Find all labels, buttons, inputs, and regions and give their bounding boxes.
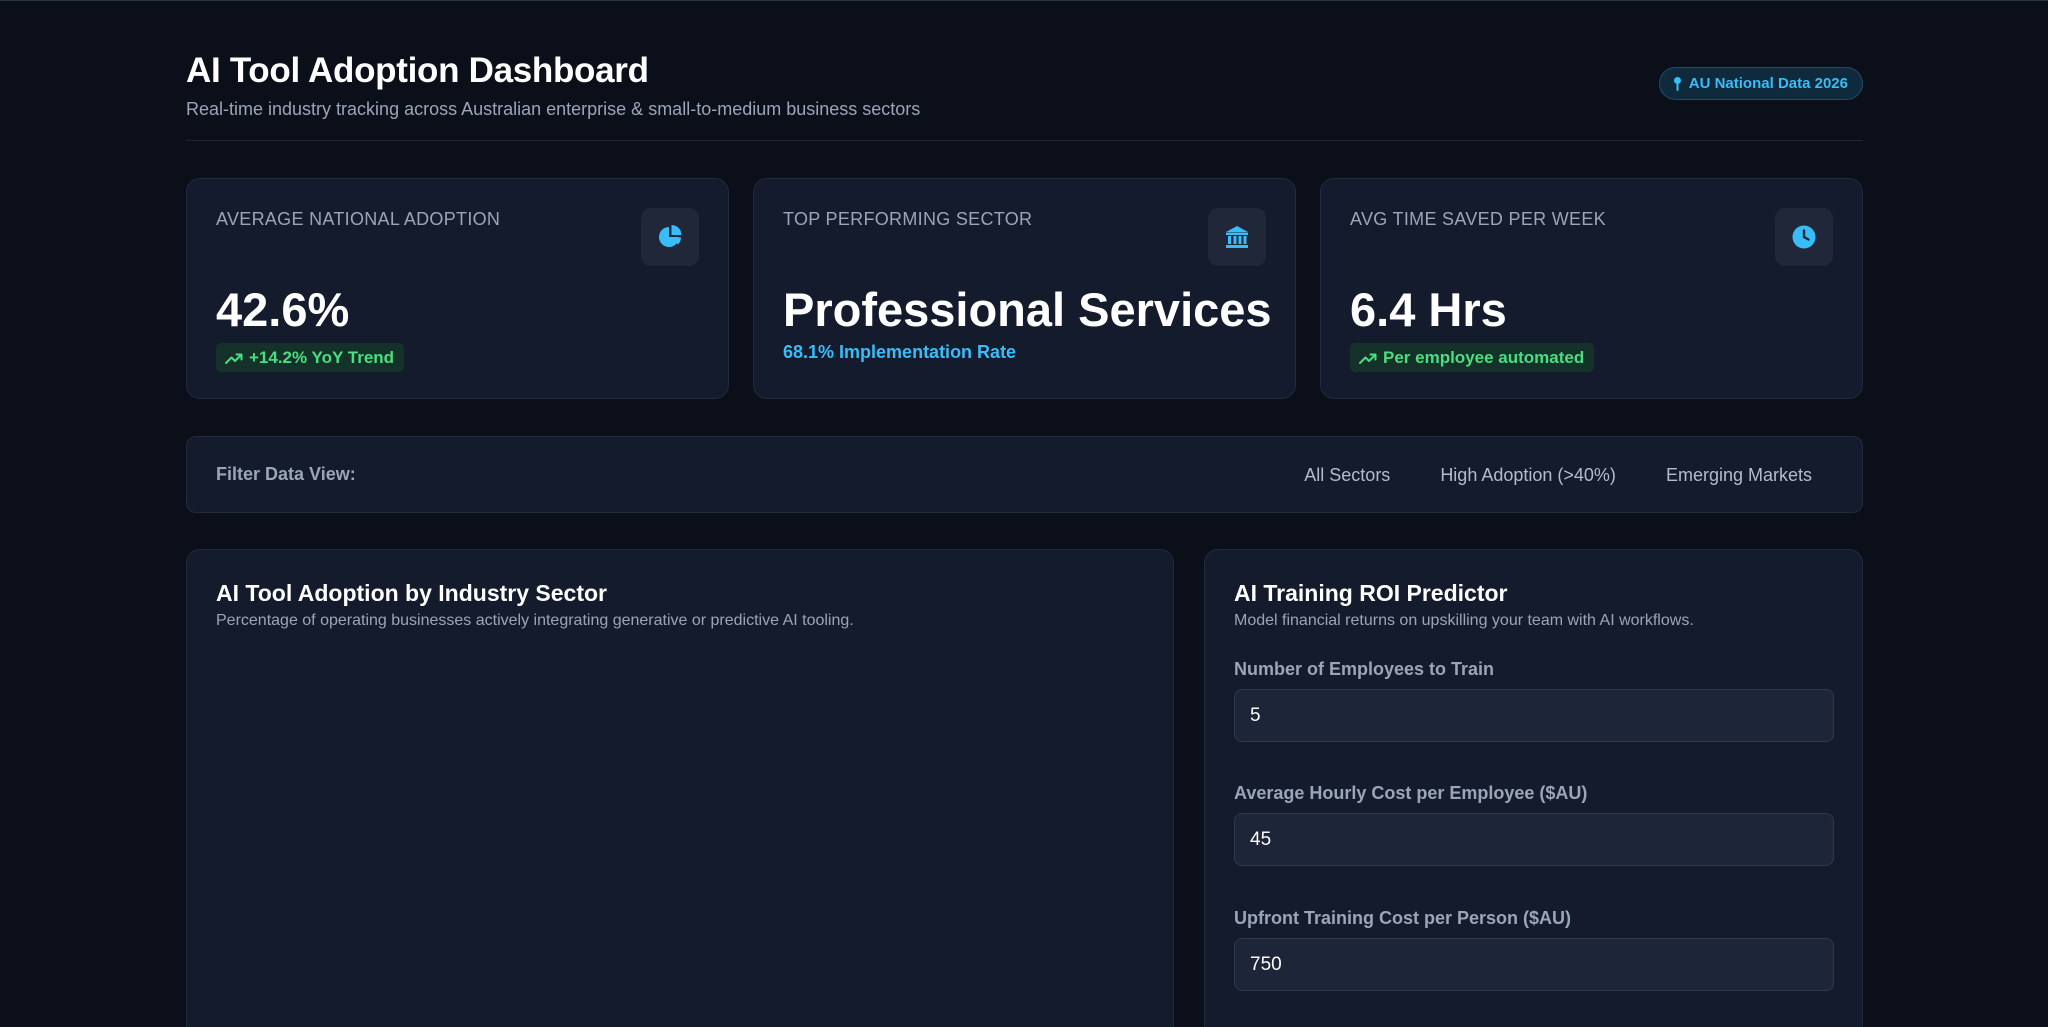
- panel-title: AI Tool Adoption by Industry Sector: [216, 580, 607, 606]
- kpi-subtext: 68.1% Implementation Rate: [783, 342, 1017, 362]
- kpi-row: Average National Adoption 42.6% +14.2% Y…: [186, 178, 1863, 399]
- trending-up-icon: [1359, 353, 1377, 364]
- filter-high-adoption-button[interactable]: High Adoption (>40%): [1415, 451, 1641, 499]
- dashboard-page: AI Tool Adoption Dashboard Real-time ind…: [186, 1, 1863, 1027]
- panel-description: Model financial returns on upskilling yo…: [1234, 612, 1694, 629]
- region-badge-label: AU National Data 2026: [1688, 75, 1848, 92]
- training-cost-input[interactable]: [1234, 938, 1834, 991]
- panel-description: Percentage of operating businesses activ…: [216, 612, 854, 629]
- roi-predictor-panel: AI Training ROI Predictor Model financia…: [1204, 549, 1863, 1027]
- hourly-cost-input[interactable]: [1234, 813, 1834, 866]
- hourly-cost-label: Average Hourly Cost per Employee ($AU): [1234, 783, 1588, 803]
- kpi-card-national-adoption: Average National Adoption 42.6% +14.2% Y…: [186, 178, 729, 399]
- kpi-card-top-sector: Top Performing Sector Professional Servi…: [753, 178, 1296, 399]
- kpi-label: Average National Adoption: [216, 209, 501, 229]
- kpi-icon-box: [641, 208, 699, 266]
- kpi-label: Avg Time Saved Per Week: [1350, 209, 1606, 229]
- training-cost-label: Upfront Training Cost per Person ($AU): [1234, 908, 1572, 928]
- chart-area: [216, 650, 1146, 1027]
- kpi-value: Professional Services: [783, 283, 1272, 336]
- filter-emerging-markets-button[interactable]: Emerging Markets: [1641, 451, 1837, 499]
- employees-input[interactable]: [1234, 689, 1834, 742]
- kpi-icon-box: [1208, 208, 1266, 266]
- page-subtitle: Real-time industry tracking across Austr…: [186, 99, 921, 119]
- kpi-value: 6.4 Hrs: [1350, 283, 1507, 336]
- region-badge: AU National Data 2026: [1658, 67, 1863, 100]
- filter-options: All Sectors High Adoption (>40%) Emergin…: [1279, 451, 1837, 499]
- employees-label: Number of Employees to Train: [1234, 659, 1495, 679]
- clock-icon: [1792, 225, 1816, 249]
- kpi-icon-box: [1775, 208, 1833, 266]
- kpi-trend-badge: Per employee automated: [1350, 343, 1595, 372]
- kpi-trend-text: +14.2% YoY Trend: [249, 347, 395, 367]
- page-title: AI Tool Adoption Dashboard: [186, 51, 649, 90]
- page-header: AI Tool Adoption Dashboard Real-time ind…: [186, 49, 1863, 141]
- map-pin-icon: [1673, 77, 1681, 91]
- filter-bar: Filter Data View: All Sectors High Adopt…: [186, 436, 1863, 513]
- trending-up-icon: [225, 353, 243, 364]
- kpi-trend-text: Per employee automated: [1383, 347, 1585, 367]
- filter-label: Filter Data View:: [216, 464, 356, 484]
- kpi-label: Top Performing Sector: [783, 209, 1033, 229]
- filter-all-sectors-button[interactable]: All Sectors: [1279, 451, 1415, 499]
- bank-icon: [1226, 226, 1248, 248]
- kpi-card-time-saved: Avg Time Saved Per Week 6.4 Hrs Per empl…: [1320, 178, 1863, 399]
- panel-title: AI Training ROI Predictor: [1234, 580, 1508, 606]
- kpi-value: 42.6%: [216, 283, 350, 336]
- pie-chart-icon: [659, 225, 682, 247]
- sector-adoption-panel: AI Tool Adoption by Industry Sector Perc…: [186, 549, 1174, 1027]
- kpi-trend-badge: +14.2% YoY Trend: [216, 343, 405, 372]
